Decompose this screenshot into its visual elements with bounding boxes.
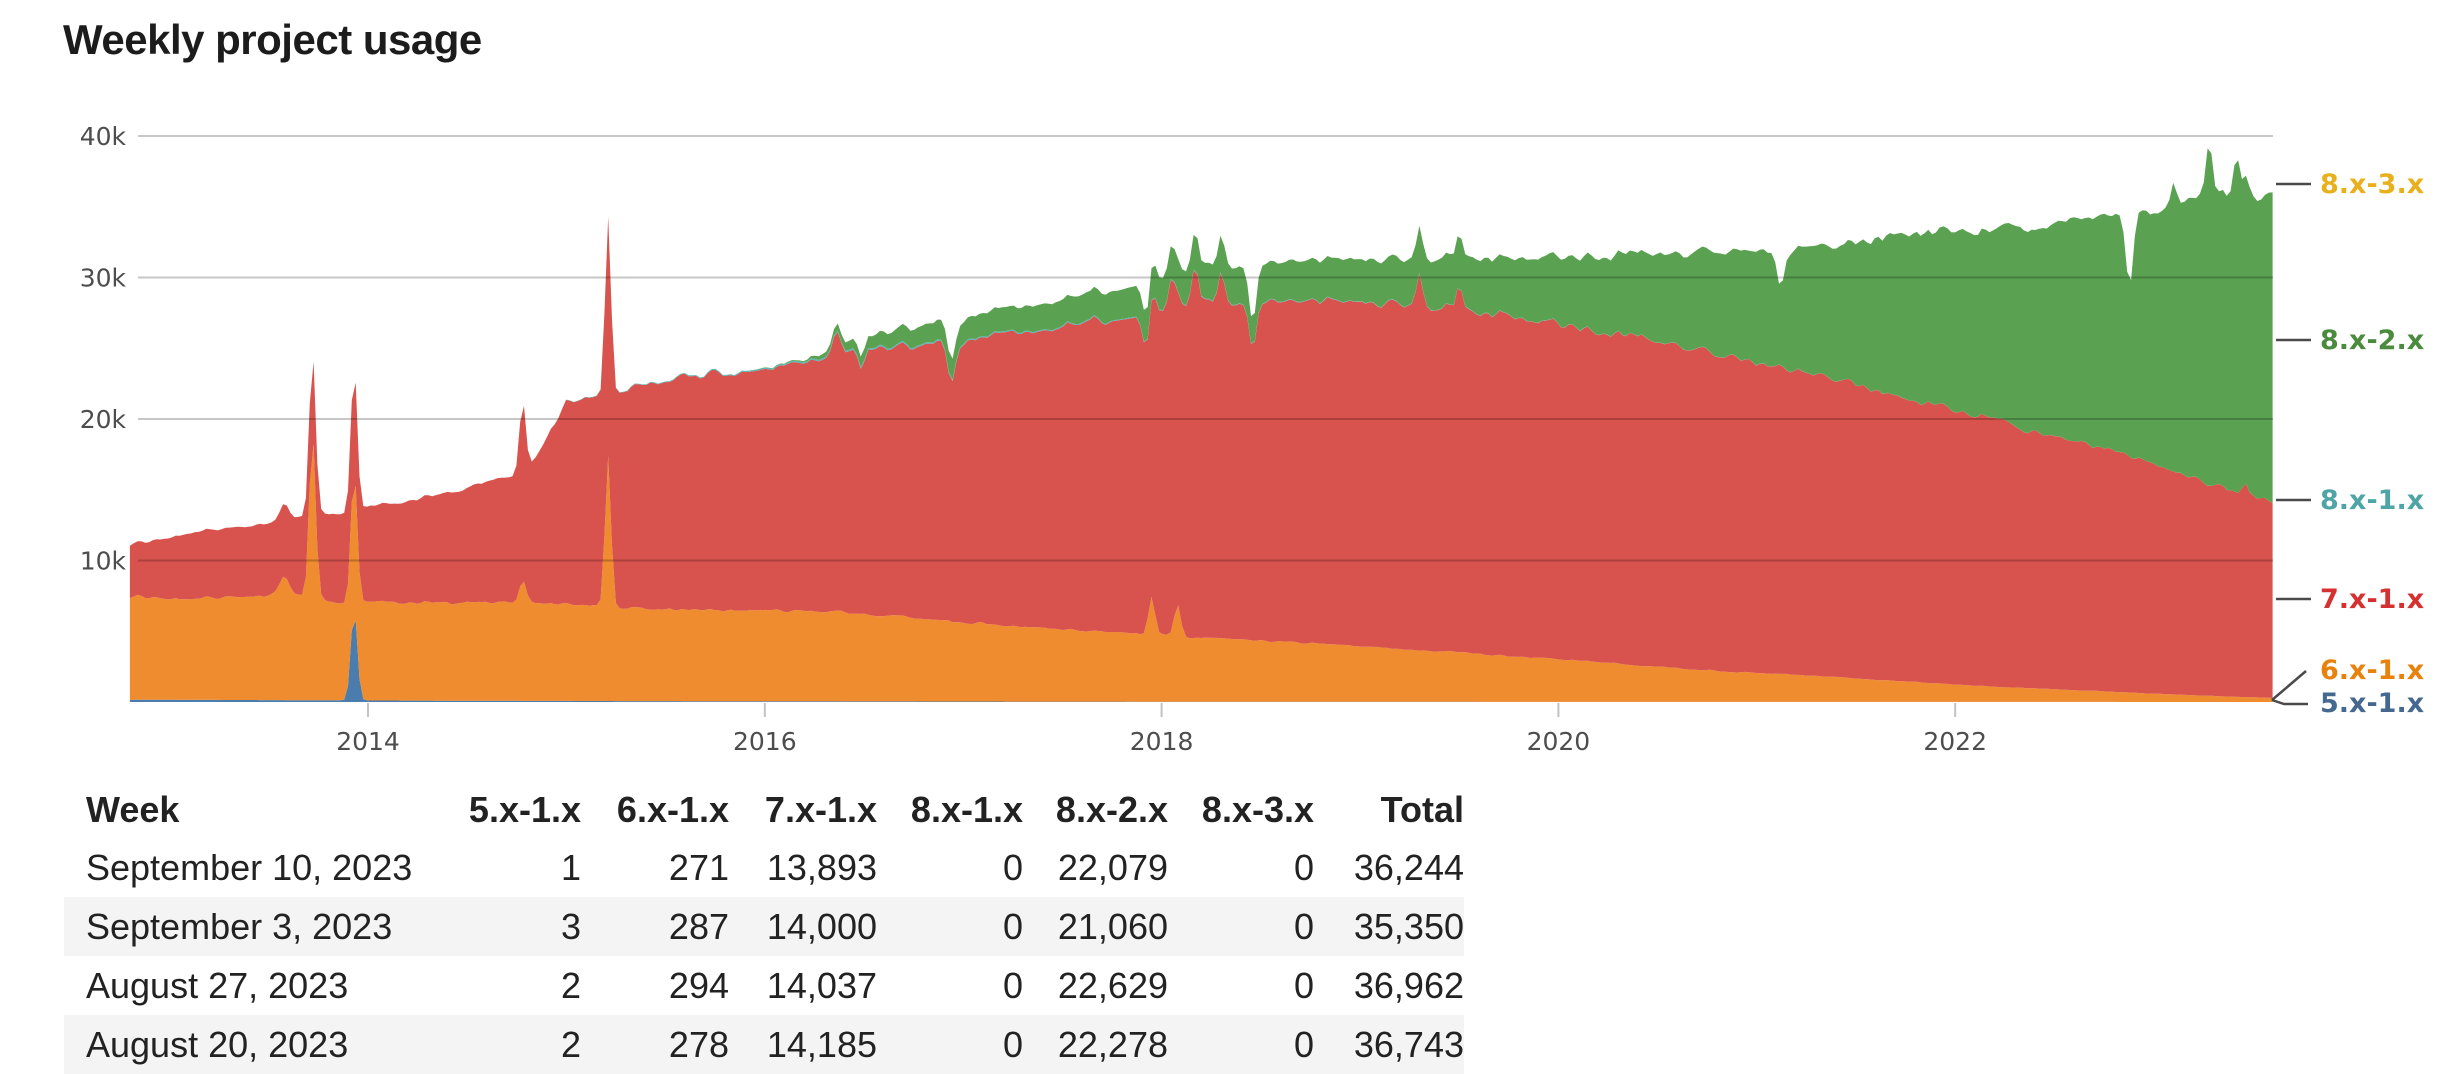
cell-6-x-1-x: 287 bbox=[581, 897, 729, 956]
cell-total: 35,350 bbox=[1314, 897, 1464, 956]
cell-week: September 10, 2023 bbox=[64, 838, 421, 897]
cell-8-x-1-x: 0 bbox=[877, 838, 1023, 897]
column-header-7-x-1-x: 7.x-1.x bbox=[729, 782, 877, 838]
x-axis-label-2014: 2014 bbox=[336, 727, 400, 756]
cell-8-x-2-x: 22,278 bbox=[1023, 1015, 1168, 1074]
cell-week: September 3, 2023 bbox=[64, 897, 421, 956]
legend-label-6-x-1-x: 6.x-1.x bbox=[2320, 655, 2424, 686]
column-header-total: Total bbox=[1314, 782, 1464, 838]
legend-connector-5-x-1-x bbox=[2272, 700, 2308, 704]
cell-5-x-1-x: 3 bbox=[421, 897, 581, 956]
cell-5-x-1-x: 2 bbox=[421, 956, 581, 1015]
cell-week: August 20, 2023 bbox=[64, 1015, 421, 1074]
cell-6-x-1-x: 294 bbox=[581, 956, 729, 1015]
cell-8-x-3-x: 0 bbox=[1168, 956, 1314, 1015]
column-header-week: Week bbox=[64, 782, 421, 838]
chart-canvas: 10k20k30k40k201420162018202020228.x-3.x8… bbox=[0, 0, 2447, 775]
table-row: August 20, 2023227814,185022,278036,743 bbox=[64, 1015, 1464, 1074]
cell-5-x-1-x: 2 bbox=[421, 1015, 581, 1074]
cell-8-x-2-x: 22,079 bbox=[1023, 838, 1168, 897]
cell-8-x-1-x: 0 bbox=[877, 1015, 1023, 1074]
cell-7-x-1-x: 14,000 bbox=[729, 897, 877, 956]
legend-label-5-x-1-x: 5.x-1.x bbox=[2320, 688, 2424, 719]
usage-table: Week5.x-1.x6.x-1.x7.x-1.x8.x-1.x8.x-2.x8… bbox=[64, 782, 1464, 1074]
legend-label-8-x-3-x: 8.x-3.x bbox=[2320, 169, 2424, 200]
cell-6-x-1-x: 278 bbox=[581, 1015, 729, 1074]
table-row: August 27, 2023229414,037022,629036,962 bbox=[64, 956, 1464, 1015]
cell-total: 36,244 bbox=[1314, 838, 1464, 897]
cell-7-x-1-x: 14,185 bbox=[729, 1015, 877, 1074]
column-header-8-x-1-x: 8.x-1.x bbox=[877, 782, 1023, 838]
cell-8-x-2-x: 21,060 bbox=[1023, 897, 1168, 956]
y-axis-label-20k: 20k bbox=[80, 405, 127, 434]
table-row: September 10, 2023127113,893022,079036,2… bbox=[64, 838, 1464, 897]
legend-label-7-x-1-x: 7.x-1.x bbox=[2320, 584, 2424, 615]
cell-8-x-2-x: 22,629 bbox=[1023, 956, 1168, 1015]
cell-week: August 27, 2023 bbox=[64, 956, 421, 1015]
y-axis: 10k 20k 30k 40k bbox=[80, 122, 127, 576]
cell-8-x-3-x: 0 bbox=[1168, 838, 1314, 897]
cell-8-x-1-x: 0 bbox=[877, 897, 1023, 956]
weekly-usage-chart: 10k20k30k40k201420162018202020228.x-3.x8… bbox=[0, 0, 2447, 775]
cell-6-x-1-x: 271 bbox=[581, 838, 729, 897]
table-row: September 3, 2023328714,000021,060035,35… bbox=[64, 897, 1464, 956]
cell-5-x-1-x: 1 bbox=[421, 838, 581, 897]
legend-connector-6-x-1-x bbox=[2272, 671, 2306, 700]
x-axis-label-2022: 2022 bbox=[1923, 727, 1987, 756]
y-axis-label-10k: 10k bbox=[80, 547, 127, 576]
cell-total: 36,962 bbox=[1314, 956, 1464, 1015]
usage-table-header: Week5.x-1.x6.x-1.x7.x-1.x8.x-1.x8.x-2.x8… bbox=[64, 782, 1464, 838]
cell-7-x-1-x: 13,893 bbox=[729, 838, 877, 897]
column-header-6-x-1-x: 6.x-1.x bbox=[581, 782, 729, 838]
legend-label-8-x-2-x: 8.x-2.x bbox=[2320, 325, 2424, 356]
cell-total: 36,743 bbox=[1314, 1015, 1464, 1074]
x-axis: 2014 2016 2018 2020 2022 bbox=[336, 703, 1987, 756]
x-axis-label-2020: 2020 bbox=[1527, 727, 1591, 756]
cell-7-x-1-x: 14,037 bbox=[729, 956, 877, 1015]
chart-areas bbox=[130, 148, 2273, 702]
legend: 8.x-3.x 8.x-2.x 8.x-1.x 7.x-1.x 6.x-1.x5.x-1… bbox=[2272, 169, 2424, 719]
column-header-8-x-3-x: 8.x-3.x bbox=[1168, 782, 1314, 838]
cell-8-x-3-x: 0 bbox=[1168, 897, 1314, 956]
y-axis-label-40k: 40k bbox=[80, 122, 127, 151]
cell-8-x-1-x: 0 bbox=[877, 956, 1023, 1015]
x-axis-label-2016: 2016 bbox=[733, 727, 797, 756]
column-header-5-x-1-x: 5.x-1.x bbox=[421, 782, 581, 838]
cell-8-x-3-x: 0 bbox=[1168, 1015, 1314, 1074]
usage-table-wrap: Week5.x-1.x6.x-1.x7.x-1.x8.x-1.x8.x-2.x8… bbox=[64, 782, 1464, 1074]
column-header-8-x-2-x: 8.x-2.x bbox=[1023, 782, 1168, 838]
x-axis-label-2018: 2018 bbox=[1130, 727, 1194, 756]
legend-label-8-x-1-x: 8.x-1.x bbox=[2320, 485, 2424, 516]
y-axis-label-30k: 30k bbox=[80, 264, 127, 293]
